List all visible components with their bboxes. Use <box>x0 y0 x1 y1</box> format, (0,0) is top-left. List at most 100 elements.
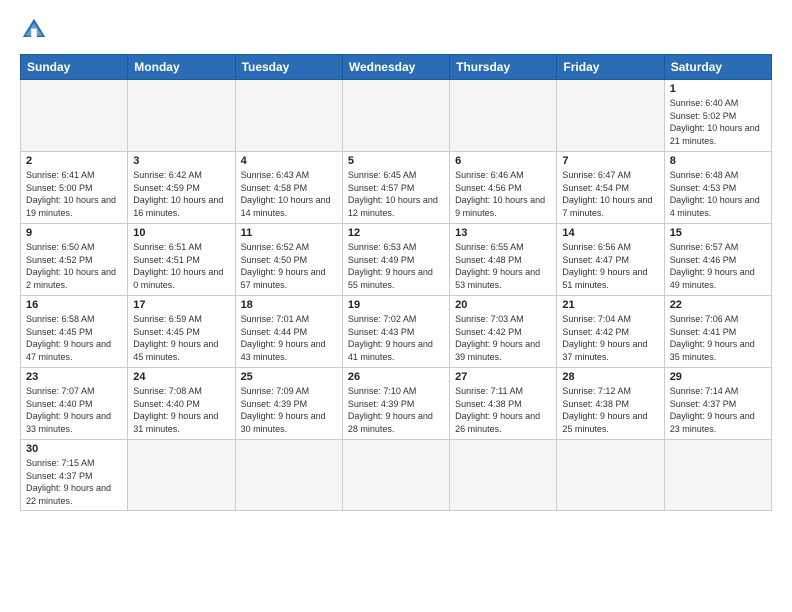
calendar-cell: 19Sunrise: 7:02 AM Sunset: 4:43 PM Dayli… <box>342 296 449 368</box>
day-number: 26 <box>348 371 444 383</box>
calendar-cell: 8 Sunrise: 6:48 AM Sunset: 4:53 PM Daylig… <box>664 152 771 224</box>
day-info: Sunrise: 6:45 AM Sunset: 4:57 PM Dayligh… <box>348 169 444 219</box>
day-number: 25 <box>241 371 337 383</box>
calendar-body: 1 Sunrise: 6:40 AM Sunset: 5:02 PM Daylig… <box>21 80 772 511</box>
calendar-cell: 13 Sunrise: 6:55 AM Sunset: 4:48 PM Dayli… <box>450 224 557 296</box>
day-info: Sunrise: 6:47 AM Sunset: 4:54 PM Dayligh… <box>562 169 658 219</box>
calendar-cell: 27Sunrise: 7:11 AM Sunset: 4:38 PM Dayli… <box>450 368 557 440</box>
weekday-header: Saturday <box>664 55 771 80</box>
calendar-cell <box>342 440 449 511</box>
calendar-cell: 2Sunrise: 6:41 AM Sunset: 5:00 PM Daylig… <box>21 152 128 224</box>
calendar-cell: 21 Sunrise: 7:04 AM Sunset: 4:42 PM Dayli… <box>557 296 664 368</box>
calendar-week-row: 16 Sunrise: 6:58 AM Sunset: 4:45 PM Dayli… <box>21 296 772 368</box>
day-info: Sunrise: 6:59 AM Sunset: 4:45 PM Dayligh… <box>133 313 229 363</box>
day-number: 1 <box>670 83 766 95</box>
calendar-cell: 26 Sunrise: 7:10 AM Sunset: 4:39 PM Dayli… <box>342 368 449 440</box>
calendar-week-row: 9Sunrise: 6:50 AM Sunset: 4:52 PM Daylig… <box>21 224 772 296</box>
calendar-cell: 5 Sunrise: 6:45 AM Sunset: 4:57 PM Daylig… <box>342 152 449 224</box>
day-number: 11 <box>241 227 337 239</box>
calendar-cell <box>128 80 235 152</box>
calendar-cell: 18Sunrise: 7:01 AM Sunset: 4:44 PM Dayli… <box>235 296 342 368</box>
calendar-table: SundayMondayTuesdayWednesdayThursdayFrid… <box>20 54 772 511</box>
calendar-week-row: 2Sunrise: 6:41 AM Sunset: 5:00 PM Daylig… <box>21 152 772 224</box>
weekday-header: Tuesday <box>235 55 342 80</box>
day-info: Sunrise: 6:42 AM Sunset: 4:59 PM Dayligh… <box>133 169 229 219</box>
calendar-cell <box>128 440 235 511</box>
day-number: 13 <box>455 227 551 239</box>
day-number: 8 <box>670 155 766 167</box>
calendar-cell: 25 Sunrise: 7:09 AM Sunset: 4:39 PM Dayli… <box>235 368 342 440</box>
day-info: Sunrise: 6:51 AM Sunset: 4:51 PM Dayligh… <box>133 241 229 291</box>
day-number: 28 <box>562 371 658 383</box>
day-info: Sunrise: 7:03 AM Sunset: 4:42 PM Dayligh… <box>455 313 551 363</box>
page: SundayMondayTuesdayWednesdayThursdayFrid… <box>0 0 792 612</box>
calendar-cell: 15 Sunrise: 6:57 AM Sunset: 4:46 PM Dayli… <box>664 224 771 296</box>
calendar-cell: 22Sunrise: 7:06 AM Sunset: 4:41 PM Dayli… <box>664 296 771 368</box>
day-info: Sunrise: 6:40 AM Sunset: 5:02 PM Dayligh… <box>670 97 766 147</box>
day-number: 17 <box>133 299 229 311</box>
day-number: 9 <box>26 227 122 239</box>
day-number: 7 <box>562 155 658 167</box>
day-info: Sunrise: 6:58 AM Sunset: 4:45 PM Dayligh… <box>26 313 122 363</box>
day-number: 20 <box>455 299 551 311</box>
day-info: Sunrise: 7:12 AM Sunset: 4:38 PM Dayligh… <box>562 385 658 435</box>
day-number: 22 <box>670 299 766 311</box>
day-info: Sunrise: 7:09 AM Sunset: 4:39 PM Dayligh… <box>241 385 337 435</box>
calendar-cell: 16 Sunrise: 6:58 AM Sunset: 4:45 PM Dayli… <box>21 296 128 368</box>
calendar-cell: 17 Sunrise: 6:59 AM Sunset: 4:45 PM Dayli… <box>128 296 235 368</box>
calendar-header: SundayMondayTuesdayWednesdayThursdayFrid… <box>21 55 772 80</box>
calendar-cell <box>664 440 771 511</box>
day-number: 21 <box>562 299 658 311</box>
calendar-cell <box>21 80 128 152</box>
calendar-cell: 30 Sunrise: 7:15 AM Sunset: 4:37 PM Dayli… <box>21 440 128 511</box>
calendar-week-row: 30 Sunrise: 7:15 AM Sunset: 4:37 PM Dayli… <box>21 440 772 511</box>
weekday-header: Wednesday <box>342 55 449 80</box>
day-info: Sunrise: 7:07 AM Sunset: 4:40 PM Dayligh… <box>26 385 122 435</box>
day-info: Sunrise: 6:48 AM Sunset: 4:53 PM Dayligh… <box>670 169 766 219</box>
calendar-cell <box>450 440 557 511</box>
day-info: Sunrise: 7:15 AM Sunset: 4:37 PM Dayligh… <box>26 457 122 507</box>
day-number: 27 <box>455 371 551 383</box>
day-info: Sunrise: 7:10 AM Sunset: 4:39 PM Dayligh… <box>348 385 444 435</box>
day-info: Sunrise: 6:57 AM Sunset: 4:46 PM Dayligh… <box>670 241 766 291</box>
day-number: 5 <box>348 155 444 167</box>
day-number: 12 <box>348 227 444 239</box>
calendar-cell: 24Sunrise: 7:08 AM Sunset: 4:40 PM Dayli… <box>128 368 235 440</box>
day-number: 24 <box>133 371 229 383</box>
calendar-cell: 7 Sunrise: 6:47 AM Sunset: 4:54 PM Daylig… <box>557 152 664 224</box>
day-number: 6 <box>455 155 551 167</box>
calendar-cell: 9Sunrise: 6:50 AM Sunset: 4:52 PM Daylig… <box>21 224 128 296</box>
day-number: 16 <box>26 299 122 311</box>
weekday-header: Thursday <box>450 55 557 80</box>
header <box>20 16 772 44</box>
calendar-cell: 14Sunrise: 6:56 AM Sunset: 4:47 PM Dayli… <box>557 224 664 296</box>
day-number: 2 <box>26 155 122 167</box>
calendar-cell: 12 Sunrise: 6:53 AM Sunset: 4:49 PM Dayli… <box>342 224 449 296</box>
calendar-cell: 29Sunrise: 7:14 AM Sunset: 4:37 PM Dayli… <box>664 368 771 440</box>
calendar-cell: 10 Sunrise: 6:51 AM Sunset: 4:51 PM Dayli… <box>128 224 235 296</box>
weekday-header: Monday <box>128 55 235 80</box>
calendar-cell <box>450 80 557 152</box>
calendar-cell: 1 Sunrise: 6:40 AM Sunset: 5:02 PM Daylig… <box>664 80 771 152</box>
day-info: Sunrise: 6:53 AM Sunset: 4:49 PM Dayligh… <box>348 241 444 291</box>
header-row: SundayMondayTuesdayWednesdayThursdayFrid… <box>21 55 772 80</box>
day-number: 23 <box>26 371 122 383</box>
day-info: Sunrise: 6:56 AM Sunset: 4:47 PM Dayligh… <box>562 241 658 291</box>
day-info: Sunrise: 7:02 AM Sunset: 4:43 PM Dayligh… <box>348 313 444 363</box>
day-info: Sunrise: 7:04 AM Sunset: 4:42 PM Dayligh… <box>562 313 658 363</box>
logo <box>20 16 52 44</box>
day-number: 30 <box>26 443 122 455</box>
day-info: Sunrise: 6:46 AM Sunset: 4:56 PM Dayligh… <box>455 169 551 219</box>
day-number: 4 <box>241 155 337 167</box>
weekday-header: Friday <box>557 55 664 80</box>
calendar-cell: 28 Sunrise: 7:12 AM Sunset: 4:38 PM Dayli… <box>557 368 664 440</box>
day-info: Sunrise: 6:55 AM Sunset: 4:48 PM Dayligh… <box>455 241 551 291</box>
calendar-cell <box>235 80 342 152</box>
day-number: 15 <box>670 227 766 239</box>
calendar-cell: 23 Sunrise: 7:07 AM Sunset: 4:40 PM Dayli… <box>21 368 128 440</box>
logo-icon <box>20 16 48 44</box>
calendar-cell: 4Sunrise: 6:43 AM Sunset: 4:58 PM Daylig… <box>235 152 342 224</box>
day-info: Sunrise: 7:01 AM Sunset: 4:44 PM Dayligh… <box>241 313 337 363</box>
day-number: 10 <box>133 227 229 239</box>
day-info: Sunrise: 7:14 AM Sunset: 4:37 PM Dayligh… <box>670 385 766 435</box>
